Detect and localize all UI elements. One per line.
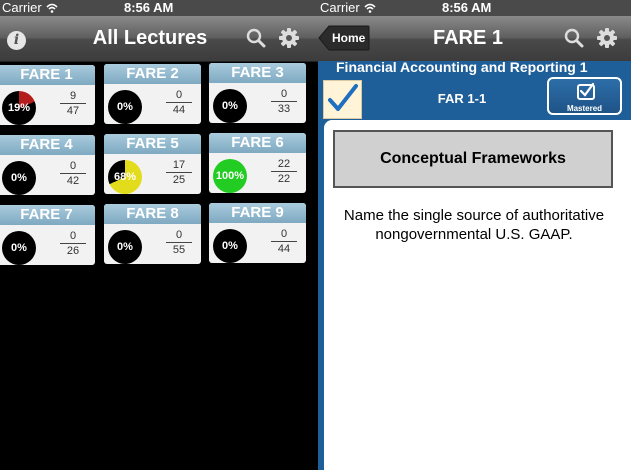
wifi-icon: [364, 3, 376, 13]
carrier-label: Carrier: [2, 0, 42, 15]
progress-fraction: 0 44: [271, 227, 297, 256]
progress-percent: 100%: [215, 170, 245, 182]
progress-percent: 68%: [113, 171, 137, 183]
answered-count: 9: [60, 89, 86, 104]
tile-label: FARE 9: [209, 203, 306, 223]
progress-fraction: 0 44: [166, 88, 192, 117]
total-count: 47: [66, 105, 80, 117]
answered-count: 0: [166, 228, 192, 243]
flashcard-navbar: Home FARE 1: [318, 16, 631, 62]
progress-pie: 0%: [2, 161, 36, 195]
answered-count: 0: [271, 227, 297, 242]
page-title: FARE 1: [432, 27, 504, 49]
carrier-label: Carrier: [320, 0, 360, 15]
question-text: Name the single source of authoritative …: [343, 207, 605, 243]
answered-count: 0: [60, 159, 86, 174]
progress-fraction: 0 33: [271, 87, 297, 116]
total-count: 44: [172, 104, 186, 116]
tile-label: FARE 7: [0, 205, 95, 225]
lecture-tile[interactable]: FARE 4 0% 0 42: [0, 135, 95, 195]
wifi-icon: [46, 3, 58, 13]
progress-percent: 0%: [117, 241, 133, 253]
course-title: Financial Accounting and Reporting 1: [336, 59, 588, 75]
progress-percent: 0%: [117, 101, 133, 113]
lecture-tile[interactable]: FARE 8 0% 0 55: [104, 204, 201, 264]
total-count: 44: [277, 243, 291, 255]
answered-count: 0: [166, 88, 192, 103]
progress-percent: 0%: [222, 240, 238, 252]
gear-icon[interactable]: [596, 27, 618, 49]
home-button[interactable]: Home: [318, 25, 370, 51]
progress-pie: 19%: [2, 91, 36, 125]
total-count: 42: [66, 175, 80, 187]
lecture-tile[interactable]: FARE 9 0% 0 44: [209, 203, 306, 263]
tile-label: FARE 4: [0, 135, 95, 155]
answered-count: 17: [166, 158, 192, 173]
tile-label: FARE 2: [104, 64, 201, 84]
gear-icon[interactable]: [278, 27, 300, 49]
progress-pie: 0%: [108, 230, 142, 264]
total-count: 55: [172, 244, 186, 256]
progress-pie: 68%: [108, 160, 142, 194]
tile-label: FARE 3: [209, 63, 306, 83]
total-count: 33: [277, 103, 291, 115]
home-label: Home: [332, 31, 366, 45]
lectures-navbar: i All Lectures: [0, 16, 318, 62]
mark-known-button[interactable]: [323, 80, 362, 119]
info-icon[interactable]: i: [7, 31, 26, 50]
mastered-button[interactable]: Mastered: [547, 77, 622, 115]
flashcard[interactable]: Conceptual Frameworks Name the single so…: [324, 120, 631, 470]
total-count: 22: [277, 173, 291, 185]
flashcard-detail: Financial Accounting and Reporting 1 FAR…: [318, 59, 631, 470]
progress-pie: 0%: [108, 90, 142, 124]
lecture-tile[interactable]: FARE 3 0% 0 33: [209, 63, 306, 123]
progress-percent: 19%: [7, 102, 31, 114]
lecture-tile[interactable]: FARE 6 100% 22 22: [209, 133, 306, 193]
lecture-tile[interactable]: FARE 1 19% 9 47: [0, 65, 95, 125]
clock: 8:56 AM: [442, 0, 492, 15]
search-icon[interactable]: [246, 28, 266, 48]
total-count: 26: [66, 245, 80, 257]
answered-count: 0: [60, 229, 86, 244]
search-icon[interactable]: [564, 28, 584, 48]
answered-count: 0: [271, 87, 297, 102]
lecture-tile[interactable]: FARE 5 68% 17 25: [104, 134, 201, 194]
progress-percent: 0%: [11, 242, 27, 254]
progress-fraction: 17 25: [166, 158, 192, 187]
total-count: 25: [172, 174, 186, 186]
progress-percent: 0%: [222, 100, 238, 112]
flashcard-panel: Carrier 8:56 AM Home FARE 1 Financial Ac…: [318, 0, 631, 470]
progress-pie: 0%: [213, 89, 247, 123]
answered-count: 22: [271, 157, 297, 172]
mastered-label: Mastered: [566, 104, 603, 113]
progress-fraction: 9 47: [60, 89, 86, 118]
topic-heading: Conceptual Frameworks: [333, 130, 613, 188]
progress-fraction: 22 22: [271, 157, 297, 186]
tile-label: FARE 6: [209, 133, 306, 153]
tile-label: FARE 1: [0, 65, 95, 85]
lectures-panel: Carrier 8:56 AM i All Lectures FARE 1 19…: [0, 0, 318, 470]
progress-pie: 0%: [2, 231, 36, 265]
status-bar: Carrier 8:56 AM: [0, 0, 318, 16]
lecture-tile[interactable]: FARE 2 0% 0 44: [104, 64, 201, 124]
card-id: FAR 1-1: [437, 91, 487, 106]
lecture-tile[interactable]: FARE 7 0% 0 26: [0, 205, 95, 265]
status-bar: Carrier 8:56 AM: [318, 0, 631, 16]
progress-pie: 100%: [213, 159, 247, 193]
progress-percent: 0%: [11, 172, 27, 184]
page-title: All Lectures: [92, 27, 208, 49]
progress-fraction: 0 55: [166, 228, 192, 257]
checkmark-icon: [328, 84, 358, 111]
progress-fraction: 0 26: [60, 229, 86, 258]
clock: 8:56 AM: [124, 0, 174, 15]
tile-label: FARE 8: [104, 204, 201, 224]
progress-fraction: 0 42: [60, 159, 86, 188]
progress-pie: 0%: [213, 229, 247, 263]
checkbox-icon: [577, 82, 595, 100]
tile-label: FARE 5: [104, 134, 201, 154]
